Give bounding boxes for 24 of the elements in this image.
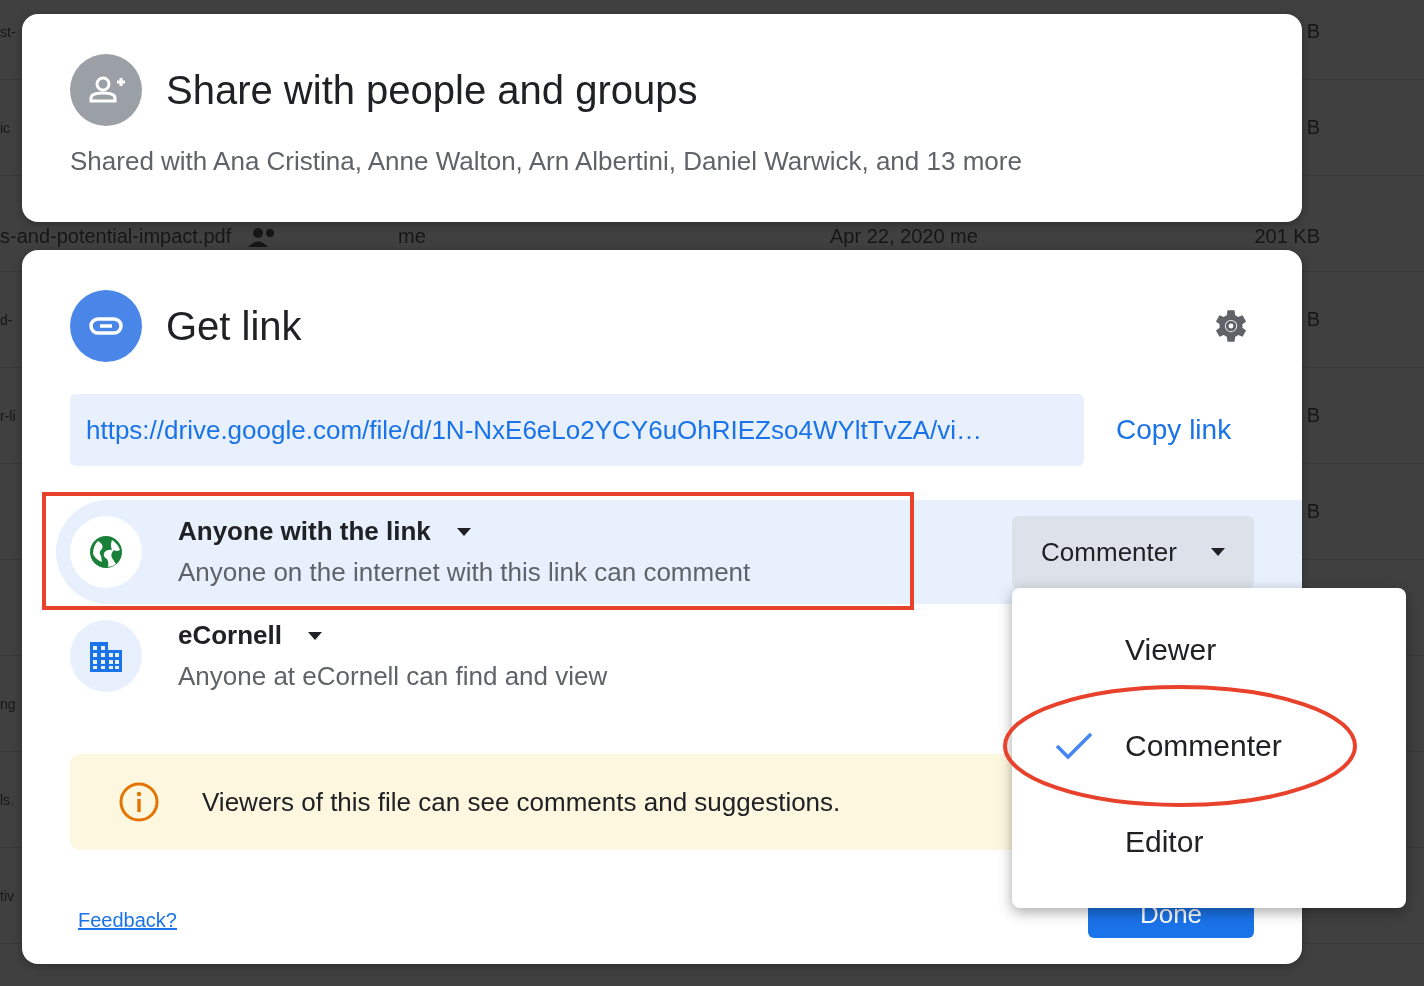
role-dropdown[interactable]: Commenter <box>1012 516 1254 588</box>
caret-icon[interactable] <box>456 527 471 536</box>
globe-icon <box>70 516 142 588</box>
menu-item[interactable]: Viewer <box>1012 602 1406 698</box>
info-text: Viewers of this file can see comments and suggestions. <box>202 786 841 818</box>
access-title[interactable]: Anyone with the link <box>178 516 431 547</box>
copy-link-button[interactable]: Copy link <box>1116 410 1232 450</box>
caret-icon[interactable] <box>308 631 323 640</box>
access-description: Anyone on the internet with this link can comment <box>178 557 751 588</box>
info-icon <box>118 781 160 823</box>
link-url: https://drive.google.com/file/d/1N-NxE6eLo2YCY6uOhRIEZso4WYltTvZA/vi… <box>86 414 982 446</box>
feedback-link[interactable]: Feedback? <box>78 908 177 932</box>
access-row[interactable]: Anyone with the link Anyone on the internet with this link can comment Commenter <box>56 500 1302 604</box>
access-description: Anyone at eCornell can find and view <box>178 661 608 692</box>
share-title: Share with people and groups <box>166 67 698 113</box>
link-icon <box>70 290 142 362</box>
access-title[interactable]: eCornell <box>178 620 283 651</box>
caret-icon <box>1210 548 1225 556</box>
shared-with-text: Shared with Ana Cristina, Anne Walton, Arn Albertini, Daniel Warwick, and 13 more <box>70 146 1023 177</box>
building-icon <box>70 620 142 692</box>
link-field[interactable]: https://drive.google.com/file/d/1N-NxE6eLo2YCY6uOhRIEZso4WYltTvZA/vi… <box>70 394 1084 466</box>
get-link-title: Get link <box>166 303 302 349</box>
add-person-icon <box>70 54 142 126</box>
menu-item[interactable]: Commenter <box>1012 698 1406 794</box>
